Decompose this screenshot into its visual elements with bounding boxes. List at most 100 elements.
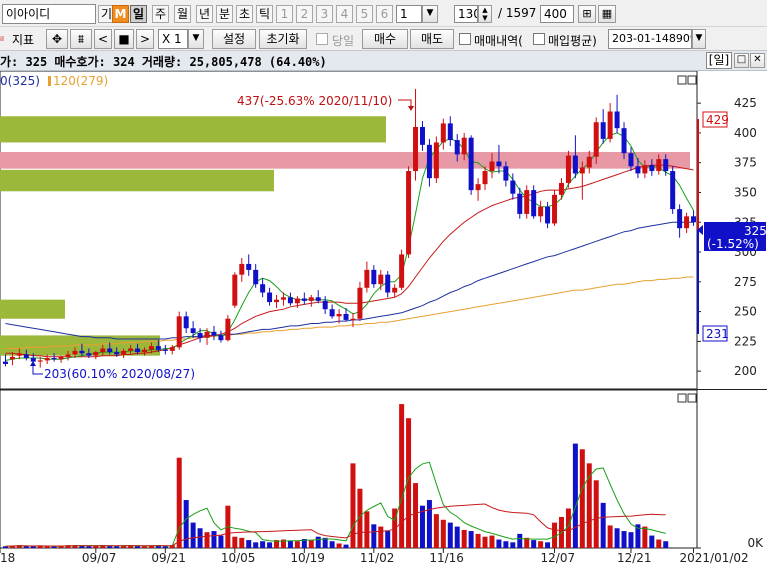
candle (176, 311, 182, 350)
date-tick-label: 09/07 (82, 551, 117, 565)
period-button-7[interactable]: 초 (236, 5, 253, 23)
crosshair-button[interactable]: ✥ (46, 29, 68, 49)
volume-bar (141, 546, 147, 548)
period-button-6[interactable]: 분 (216, 5, 233, 23)
calendar-icon: ▦ (601, 7, 613, 20)
volume-bar (475, 533, 481, 548)
account-select[interactable]: 203-01-148909 (608, 29, 692, 49)
volume-bar (176, 457, 182, 548)
panel-close-icon[interactable] (687, 75, 697, 85)
panel-maximize-icon[interactable] (677, 75, 687, 85)
calendar-button[interactable]: ▦ (598, 5, 616, 23)
screen-capture-button[interactable]: ⊞ (578, 5, 596, 23)
volume-bar (336, 543, 342, 548)
volume-bar (468, 531, 474, 548)
volume-bar (86, 546, 92, 548)
legend-ma-120: 120(279) (53, 74, 108, 88)
chart-area[interactable]: 0(325) 120(279) 437(-25.63% 2020/11/10) … (0, 70, 767, 569)
candle (399, 249, 405, 291)
band-green-1 (0, 116, 386, 143)
today-checkbox[interactable] (316, 33, 328, 45)
number-button-5[interactable]: 5 (356, 5, 373, 23)
multiplier-dropdown[interactable]: ▼ (188, 29, 204, 49)
volume-bar (663, 541, 669, 548)
number-dropdown-button[interactable]: ▼ (422, 5, 438, 23)
volume-bar (211, 531, 217, 548)
maximize-button[interactable]: □ (734, 53, 749, 68)
number-button-2[interactable]: 2 (296, 5, 313, 23)
number-button-6[interactable]: 6 (376, 5, 393, 23)
volume-bar (204, 532, 210, 548)
stock-name-input[interactable]: 이아이디 (2, 4, 96, 24)
account-dropdown[interactable]: ▼ (692, 29, 706, 49)
period-button-4[interactable]: 월 (174, 5, 191, 23)
number-button-3[interactable]: 3 (316, 5, 333, 23)
trend-button[interactable]: ⩩ (70, 29, 92, 49)
count-spinner[interactable]: ▲ ▼ (478, 5, 492, 23)
candle (468, 135, 474, 195)
total-count-label: / 1597 (498, 6, 537, 20)
indicator-button[interactable]: ᵢₗ 지표 (0, 30, 40, 48)
volume-bar (399, 404, 405, 548)
volume-bar (385, 531, 391, 548)
period-button-5[interactable]: 년 (196, 5, 213, 23)
maximize-icon: □ (736, 54, 747, 65)
stop-button[interactable]: ■ (114, 29, 134, 49)
sell-button[interactable]: 매도 (410, 29, 454, 49)
stock-chart[interactable]: 0(325) 120(279) 437(-25.63% 2020/11/10) … (0, 70, 767, 569)
volume-bar (23, 546, 29, 548)
multiplier-input[interactable]: X 1 (158, 29, 188, 49)
spin-down-icon: ▼ (482, 14, 488, 22)
volume-bar (253, 542, 259, 548)
candle (524, 185, 530, 219)
volume-bar (572, 443, 578, 548)
price-tick-label: 200 (734, 364, 757, 378)
next-button[interactable]: > (136, 29, 154, 49)
number-field[interactable]: 1 (396, 5, 422, 23)
current-price-label: 325 (744, 224, 767, 238)
spin-up-icon: ▲ (482, 6, 488, 14)
volume-bar (294, 541, 300, 548)
price-tick-label: 425 (734, 96, 757, 110)
indicator-icon: ᵢₗ (0, 31, 4, 44)
settings-button[interactable]: 설정 (212, 29, 256, 49)
price-tick-label: 375 (734, 156, 757, 170)
volume-bar (218, 535, 224, 548)
volume-bar (621, 531, 627, 548)
count-input[interactable]: 130 (454, 5, 478, 23)
number-button-4[interactable]: 4 (336, 5, 353, 23)
zoom-input[interactable]: 400 (540, 5, 574, 23)
avg-buy-label: 매입평균) (548, 34, 597, 48)
period-button-3[interactable]: 주 (152, 5, 169, 23)
move-icon: ✥ (51, 32, 63, 46)
candle (225, 315, 231, 342)
volume-bar (496, 539, 502, 548)
volume-bar (232, 536, 238, 548)
period-button-8[interactable]: 틱 (256, 5, 273, 23)
volume-bar (656, 539, 662, 548)
period-indicator[interactable]: [일] (706, 52, 732, 69)
candle (670, 166, 676, 214)
volume-bar (197, 528, 203, 548)
volume-maximize-icon[interactable] (677, 393, 687, 403)
reset-button[interactable]: 초기화 (259, 29, 307, 49)
trade-history-checkbox[interactable] (459, 33, 471, 45)
volume-close-icon[interactable] (687, 393, 697, 403)
close-button[interactable]: ✕ (750, 53, 765, 68)
price-tick-label: 225 (734, 334, 757, 348)
band-green-2 (0, 169, 274, 192)
period-button-2[interactable]: 일 (130, 5, 147, 23)
number-button-1[interactable]: 1 (276, 5, 293, 23)
volume-bar (489, 535, 495, 548)
high-annotation: 437(-25.63% 2020/11/10) (237, 94, 392, 108)
avg-buy-checkbox[interactable] (533, 33, 545, 45)
date-tick-label: 2021/01/02 (680, 551, 749, 565)
period-button-1[interactable]: M (112, 5, 129, 23)
volume-bar (545, 542, 551, 548)
volume-bar (642, 526, 648, 548)
prev-button[interactable]: < (94, 29, 112, 49)
volume-bar (44, 546, 50, 548)
volume-bar (538, 541, 544, 548)
buy-button[interactable]: 매수 (362, 29, 408, 49)
date-tick-label: 10/05 (221, 551, 256, 565)
